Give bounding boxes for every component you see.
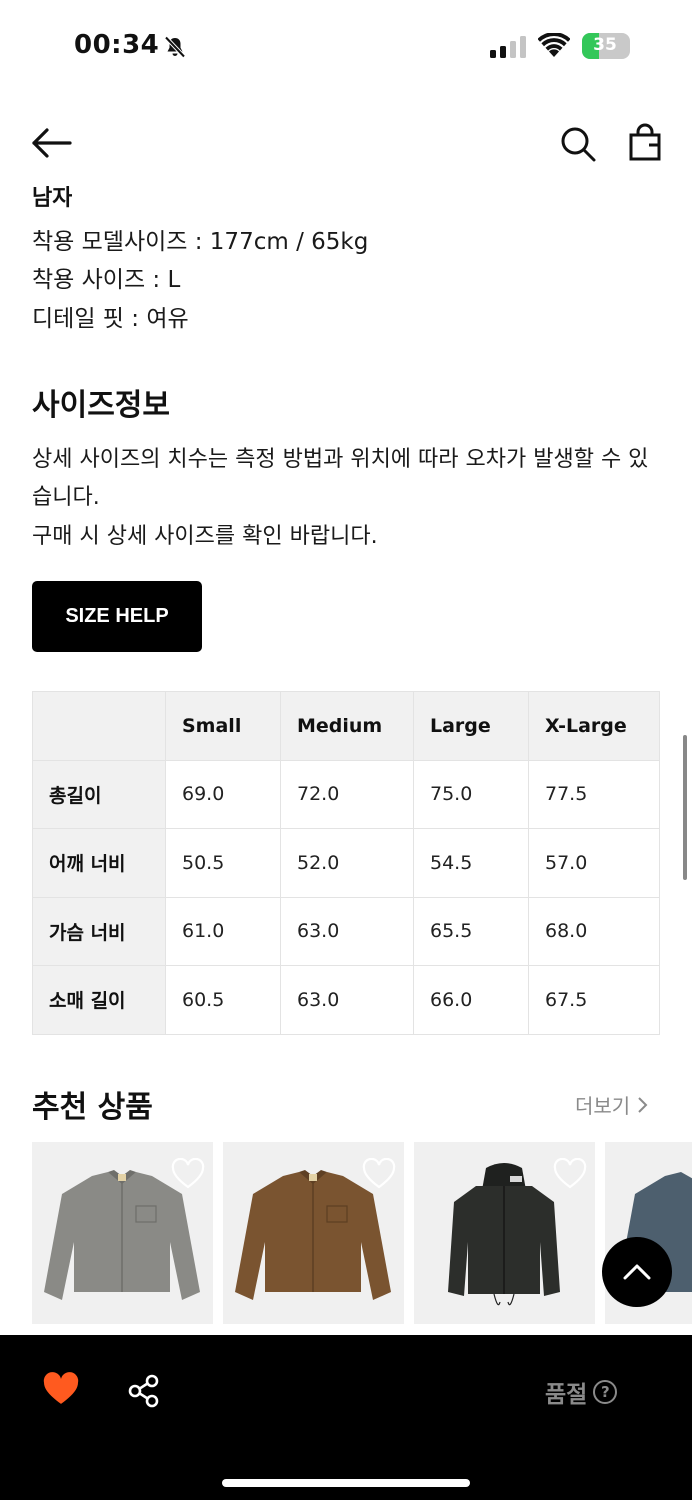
status-time: 00:34 xyxy=(74,30,160,60)
table-header-corner xyxy=(32,691,166,761)
table-cell: 66.0 xyxy=(413,965,529,1035)
table-header: X-Large xyxy=(528,691,660,761)
row-label: 총길이 xyxy=(32,759,166,829)
chevron-up-icon xyxy=(623,1264,651,1280)
size-info-note: 구매 시 상세 사이즈를 확인 바랍니다. xyxy=(32,524,378,549)
table-cell: 54.5 xyxy=(413,828,529,898)
home-indicator xyxy=(222,1479,470,1487)
recommended-products xyxy=(32,1142,692,1324)
back-arrow-icon[interactable] xyxy=(30,123,74,163)
fit-detail-text: 디테일 핏 : 여유 xyxy=(32,306,189,332)
heart-outline-icon[interactable] xyxy=(553,1158,587,1190)
table-cell: 63.0 xyxy=(280,965,414,1035)
bottom-bar: 품절 ? xyxy=(0,1335,692,1500)
row-label: 가슴 너비 xyxy=(32,896,166,966)
gender-label: 남자 xyxy=(32,186,73,208)
battery-percent: 35 xyxy=(593,35,617,55)
table-row: 어깨 너비 50.5 52.0 54.5 57.0 xyxy=(32,828,660,898)
table-header: Large xyxy=(413,691,529,761)
product-card[interactable] xyxy=(32,1142,213,1324)
table-row: 총길이 69.0 72.0 75.0 77.5 xyxy=(32,759,660,829)
table-cell: 57.0 xyxy=(528,828,660,898)
battery-indicator: 35 xyxy=(582,33,630,59)
heart-outline-icon[interactable] xyxy=(362,1158,396,1190)
share-icon[interactable] xyxy=(126,1373,162,1409)
size-info-title: 사이즈정보 xyxy=(32,388,170,423)
table-header-row: Small Medium Large X-Large xyxy=(32,691,660,761)
chevron-right-icon xyxy=(638,1096,648,1113)
table-cell: 50.5 xyxy=(165,828,281,898)
model-size-text: 착용 모델사이즈 : 177cm / 65kg xyxy=(32,229,369,255)
table-header: Small xyxy=(165,691,281,761)
table-cell: 69.0 xyxy=(165,759,281,829)
size-table: Small Medium Large X-Large 총길이 69.0 72.0… xyxy=(32,691,660,1035)
row-label: 어깨 너비 xyxy=(32,828,166,898)
table-cell: 61.0 xyxy=(165,896,281,966)
row-label: 소매 길이 xyxy=(32,965,166,1035)
more-link[interactable]: 더보기 xyxy=(575,1090,648,1119)
table-cell: 63.0 xyxy=(280,896,414,966)
table-cell: 52.0 xyxy=(280,828,414,898)
product-card[interactable] xyxy=(414,1142,595,1324)
help-icon[interactable]: ? xyxy=(593,1380,618,1404)
table-cell: 65.5 xyxy=(413,896,529,966)
signal-icon xyxy=(490,36,526,58)
size-help-button[interactable]: SIZE HELP xyxy=(32,581,202,652)
table-row: 가슴 너비 61.0 63.0 65.5 68.0 xyxy=(32,896,660,966)
table-cell: 75.0 xyxy=(413,759,529,829)
table-row: 소매 길이 60.5 63.0 66.0 67.5 xyxy=(32,965,660,1035)
table-cell: 77.5 xyxy=(528,759,660,829)
status-bar: 00:34 35 xyxy=(0,0,692,95)
product-card[interactable] xyxy=(223,1142,404,1324)
bell-slash-icon xyxy=(164,36,186,58)
search-icon[interactable] xyxy=(558,124,598,164)
heart-filled-icon[interactable] xyxy=(42,1372,80,1406)
more-link-label: 더보기 xyxy=(575,1094,631,1118)
table-cell: 72.0 xyxy=(280,759,414,829)
table-header: Medium xyxy=(280,691,414,761)
table-cell: 68.0 xyxy=(528,896,660,966)
heart-outline-icon[interactable] xyxy=(171,1158,205,1190)
sold-out-status: 품절 ? xyxy=(545,1375,618,1409)
scroll-to-top-button[interactable] xyxy=(602,1237,672,1307)
sold-out-label: 품절 xyxy=(545,1382,588,1408)
scrollbar[interactable] xyxy=(683,735,687,880)
size-info-description: 상세 사이즈의 치수는 측정 방법과 위치에 따라 오차가 발생할 수 있습니다… xyxy=(32,447,649,510)
wifi-icon xyxy=(538,33,570,57)
table-cell: 67.5 xyxy=(528,965,660,1035)
shopping-bag-icon[interactable] xyxy=(625,123,665,163)
recommended-title: 추천 상품 xyxy=(32,1090,153,1125)
table-cell: 60.5 xyxy=(165,965,281,1035)
worn-size-text: 착용 사이즈 : L xyxy=(32,267,181,293)
